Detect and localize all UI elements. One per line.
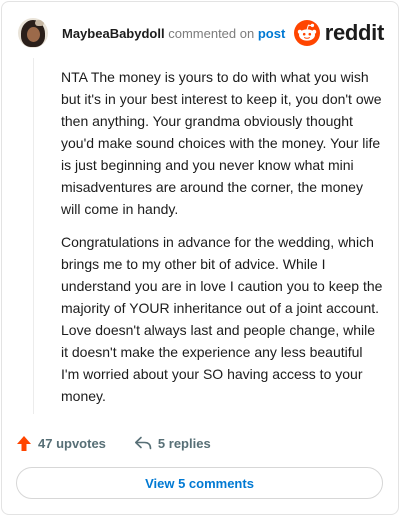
- view-comments-button[interactable]: View 5 comments: [16, 467, 383, 499]
- username-link[interactable]: MaybeaBabydoll: [62, 26, 165, 41]
- comment-actions: 47 upvotes 5 replies: [16, 432, 211, 454]
- reddit-logo[interactable]: reddit: [293, 20, 385, 46]
- comment-paragraph: Congratulations in advance for the weddi…: [61, 234, 383, 404]
- replies-button[interactable]: 5 replies: [134, 436, 211, 451]
- thread-line: [33, 58, 34, 414]
- comment-meta: MaybeaBabydoll commented on post: [62, 26, 285, 41]
- action-text: commented on: [168, 25, 255, 41]
- reply-arrow-icon: [134, 436, 152, 450]
- reddit-snoo-icon: [293, 20, 320, 46]
- comment-header: MaybeaBabydoll commented on post reddit: [18, 16, 384, 50]
- upvote-arrow-icon: [17, 435, 31, 451]
- reddit-wordmark: reddit: [324, 20, 385, 45]
- reply-count: 5 replies: [157, 435, 211, 451]
- comment-body: NTA The money is yours to do with what y…: [61, 66, 383, 418]
- upvote-button[interactable]: 47 upvotes: [16, 435, 106, 452]
- upvote-count: 47 upvotes: [38, 435, 106, 451]
- post-link[interactable]: post: [258, 26, 285, 41]
- comment-paragraph: NTA The money is yours to do with what y…: [61, 69, 382, 217]
- user-avatar[interactable]: [18, 18, 48, 48]
